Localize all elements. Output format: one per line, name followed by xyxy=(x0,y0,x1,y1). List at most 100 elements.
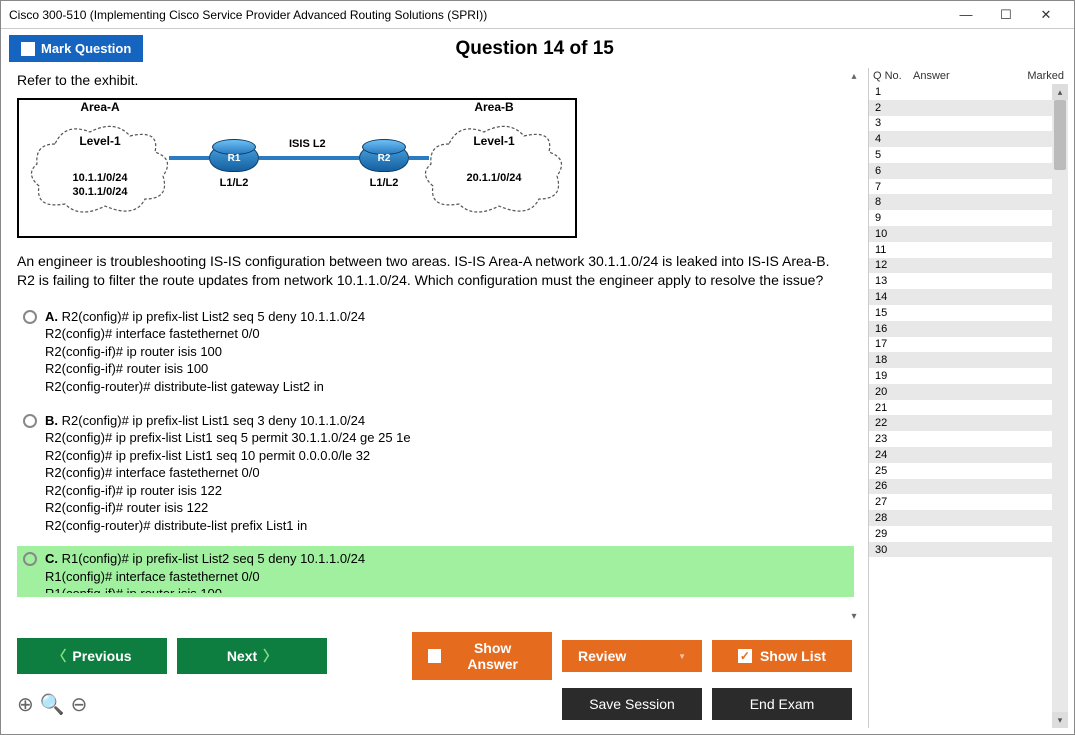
checkbox-empty-icon xyxy=(428,649,441,663)
scroll-track[interactable] xyxy=(1052,100,1068,712)
option-c[interactable]: C. R1(config)# ip prefix-list List2 seq … xyxy=(17,546,854,597)
qlist-row[interactable]: 8 xyxy=(869,194,1068,210)
radio-a[interactable] xyxy=(23,310,37,324)
qlist-row[interactable]: 15 xyxy=(869,305,1068,321)
net-b1-label: 20.1.1/0/24 xyxy=(419,172,569,184)
qlist-row-number: 17 xyxy=(875,338,905,350)
qlist-row[interactable]: 20 xyxy=(869,384,1068,400)
router-r1: R1 L1/L2 xyxy=(209,144,259,172)
window-title: Cisco 300-510 (Implementing Cisco Servic… xyxy=(9,8,946,22)
review-button[interactable]: Review ▼ xyxy=(562,640,702,672)
scroll-thumb[interactable] xyxy=(1054,100,1066,170)
qlist-rows: 1234567891011121314151617181920212223242… xyxy=(869,84,1068,728)
zoom-reset-icon[interactable]: 🔍 xyxy=(40,692,65,717)
qlist-row[interactable]: 30 xyxy=(869,542,1068,558)
qlist-row[interactable]: 23 xyxy=(869,431,1068,447)
qlist-row-number: 2 xyxy=(875,102,905,114)
qlist-row[interactable]: 12 xyxy=(869,258,1068,274)
qlist-row-number: 13 xyxy=(875,275,905,287)
qlist-row-number: 21 xyxy=(875,402,905,414)
qlist-row-number: 3 xyxy=(875,117,905,129)
option-a-body: A. R2(config)# ip prefix-list List2 seq … xyxy=(45,308,365,396)
qlist-row[interactable]: 21 xyxy=(869,400,1068,416)
qlist-row-number: 10 xyxy=(875,228,905,240)
question-scrollbar[interactable]: ▴ ▾ xyxy=(846,68,862,624)
qlist-row[interactable]: 27 xyxy=(869,494,1068,510)
isis-link-label: ISIS L2 xyxy=(289,138,326,150)
save-session-button[interactable]: Save Session xyxy=(562,688,702,720)
radio-b[interactable] xyxy=(23,414,37,428)
qlist-row[interactable]: 25 xyxy=(869,463,1068,479)
cloud-area-a: Area-A Level-1 10.1.1/0/24 30.1.1/0/24 xyxy=(25,114,175,224)
radio-c[interactable] xyxy=(23,552,37,566)
option-b[interactable]: B. R2(config)# ip prefix-list List1 seq … xyxy=(17,408,854,539)
qlist-row-number: 11 xyxy=(875,244,905,256)
qlist-row[interactable]: 24 xyxy=(869,447,1068,463)
checkbox-checked-icon: ✓ xyxy=(738,649,752,663)
qlist-row[interactable]: 19 xyxy=(869,368,1068,384)
qlist-row[interactable]: 4 xyxy=(869,131,1068,147)
scroll-up-icon[interactable]: ▴ xyxy=(846,68,862,84)
qlist-row-number: 27 xyxy=(875,496,905,508)
next-label: Next xyxy=(227,648,257,664)
qlist-row[interactable]: 1 xyxy=(869,84,1068,100)
router-r2: R2 L1/L2 xyxy=(359,144,409,172)
col-marked: Marked xyxy=(1014,70,1064,82)
qlist-row-number: 29 xyxy=(875,528,905,540)
qlist-row[interactable]: 9 xyxy=(869,210,1068,226)
qlist-row[interactable]: 6 xyxy=(869,163,1068,179)
show-list-button[interactable]: ✓ Show List xyxy=(712,640,852,672)
caret-down-icon: ▼ xyxy=(678,652,686,661)
mark-question-button[interactable]: Mark Question xyxy=(9,35,143,62)
scroll-down-icon[interactable]: ▾ xyxy=(846,608,862,624)
next-button[interactable]: Next 〉 xyxy=(177,638,327,674)
qlist-row-number: 15 xyxy=(875,307,905,319)
close-icon[interactable]: ✕ xyxy=(1026,3,1066,27)
qlist-scrollbar[interactable]: ▴ ▾ xyxy=(1052,84,1068,728)
review-label: Review xyxy=(578,648,626,664)
zoom-in-icon[interactable]: ⊕ xyxy=(17,692,34,717)
level1-b-label: Level-1 xyxy=(419,134,569,148)
qlist-row[interactable]: 29 xyxy=(869,526,1068,542)
qlist-row-number: 8 xyxy=(875,196,905,208)
chevron-right-icon: 〉 xyxy=(263,646,277,666)
qlist-header: Q No. Answer Marked xyxy=(869,68,1068,84)
zoom-out-icon[interactable]: ⊖ xyxy=(71,692,88,717)
qlist-row[interactable]: 11 xyxy=(869,242,1068,258)
qlist-row[interactable]: 26 xyxy=(869,479,1068,495)
qlist-row[interactable]: 3 xyxy=(869,116,1068,132)
question-content: Refer to the exhibit. Area-A Level-1 10.… xyxy=(7,68,862,624)
qlist-row[interactable]: 13 xyxy=(869,273,1068,289)
qlist-row[interactable]: 16 xyxy=(869,321,1068,337)
scroll-down-icon[interactable]: ▾ xyxy=(1052,712,1068,728)
footer-row-2: ⊕ 🔍 ⊖ Save Session End Exam xyxy=(7,688,862,728)
qlist-row-number: 9 xyxy=(875,212,905,224)
qlist-row-number: 6 xyxy=(875,165,905,177)
qlist-row[interactable]: 10 xyxy=(869,226,1068,242)
minimize-icon[interactable]: — xyxy=(946,3,986,27)
link-a-r1 xyxy=(169,156,209,160)
option-b-body: B. R2(config)# ip prefix-list List1 seq … xyxy=(45,412,411,535)
titlebar: Cisco 300-510 (Implementing Cisco Servic… xyxy=(1,1,1074,29)
qlist-row-number: 16 xyxy=(875,323,905,335)
qlist-row[interactable]: 7 xyxy=(869,179,1068,195)
maximize-icon[interactable]: ☐ xyxy=(986,3,1026,27)
qlist-row-number: 28 xyxy=(875,512,905,524)
previous-button[interactable]: 〈 Previous xyxy=(17,638,167,674)
zoom-controls: ⊕ 🔍 ⊖ xyxy=(17,692,87,717)
scroll-up-icon[interactable]: ▴ xyxy=(1052,84,1068,100)
end-exam-button[interactable]: End Exam xyxy=(712,688,852,720)
qlist-row[interactable]: 22 xyxy=(869,415,1068,431)
qlist-row[interactable]: 28 xyxy=(869,510,1068,526)
option-a[interactable]: A. R2(config)# ip prefix-list List2 seq … xyxy=(17,304,854,400)
link-r2-b xyxy=(409,156,429,160)
exhibit-diagram: Area-A Level-1 10.1.1/0/24 30.1.1/0/24 A… xyxy=(17,98,577,238)
question-scroll: ▴ ▾ Refer to the exhibit. Area-A Level-1… xyxy=(7,68,862,624)
r1-sub-label: L1/L2 xyxy=(200,177,268,189)
qlist-row[interactable]: 5 xyxy=(869,147,1068,163)
qlist-row[interactable]: 18 xyxy=(869,352,1068,368)
qlist-row[interactable]: 2 xyxy=(869,100,1068,116)
qlist-row[interactable]: 17 xyxy=(869,337,1068,353)
show-answer-button[interactable]: Show Answer xyxy=(412,632,552,680)
qlist-row[interactable]: 14 xyxy=(869,289,1068,305)
